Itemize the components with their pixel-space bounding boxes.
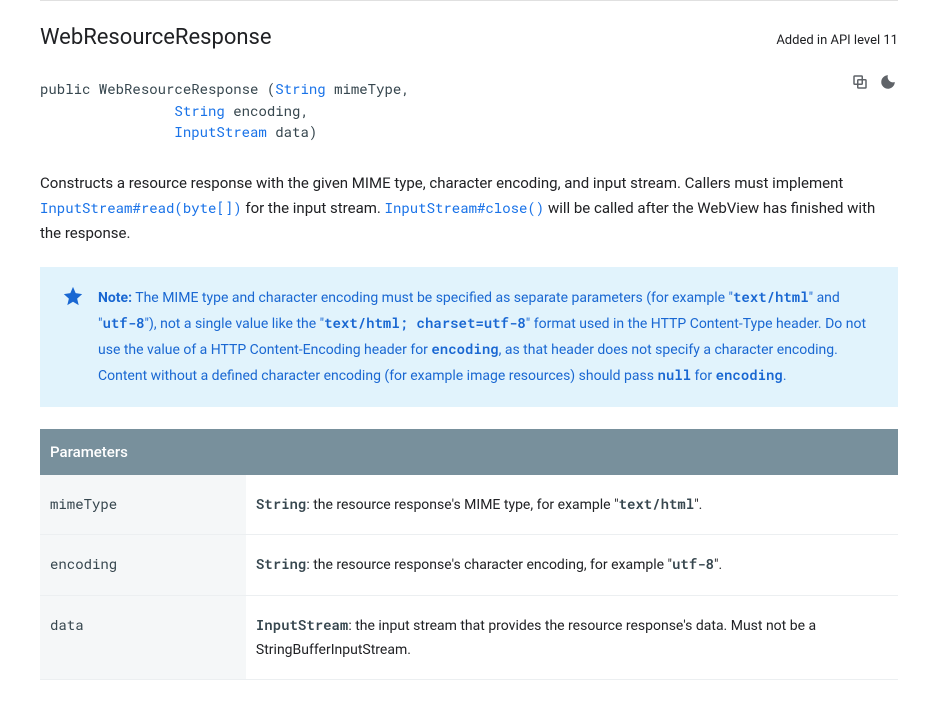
type-link[interactable]: InputStream xyxy=(174,122,266,141)
param-name: data xyxy=(40,595,246,679)
param-name: encoding xyxy=(40,535,246,596)
parameters-header: Parameters xyxy=(40,429,898,475)
copy-icon[interactable] xyxy=(850,72,870,92)
param-name: mimeType xyxy=(40,475,246,535)
param-desc: InputStream: the input stream that provi… xyxy=(246,595,898,679)
api-link[interactable]: InputStream#read(byte[]) xyxy=(40,198,242,217)
note-callout: Note: The MIME type and character encodi… xyxy=(40,267,898,406)
param-desc: String: the resource response's characte… xyxy=(246,535,898,596)
page-title: WebResourceResponse xyxy=(40,25,272,50)
type-link[interactable]: String xyxy=(174,101,224,120)
table-header-row: Parameters xyxy=(40,429,898,475)
param-desc: String: the resource response's MIME typ… xyxy=(246,475,898,535)
method-header: WebResourceResponse Added in API level 1… xyxy=(40,25,898,50)
table-row: encoding String: the resource response's… xyxy=(40,535,898,596)
code-actions xyxy=(850,72,898,92)
note-label: Note: xyxy=(98,290,132,306)
method-signature: public WebResourceResponse (String mimeT… xyxy=(40,78,898,143)
parameters-table: Parameters mimeType String: the resource… xyxy=(40,429,898,681)
star-icon xyxy=(62,285,84,316)
type-link[interactable]: String xyxy=(275,79,325,98)
table-row: mimeType String: the resource response's… xyxy=(40,475,898,535)
theme-toggle-icon[interactable] xyxy=(878,72,898,92)
api-level-badge: Added in API level 11 xyxy=(776,33,898,48)
divider xyxy=(40,0,898,1)
api-link[interactable]: InputStream#close() xyxy=(385,198,545,217)
table-row: data InputStream: the input stream that … xyxy=(40,595,898,679)
method-description: Constructs a resource response with the … xyxy=(40,171,898,245)
